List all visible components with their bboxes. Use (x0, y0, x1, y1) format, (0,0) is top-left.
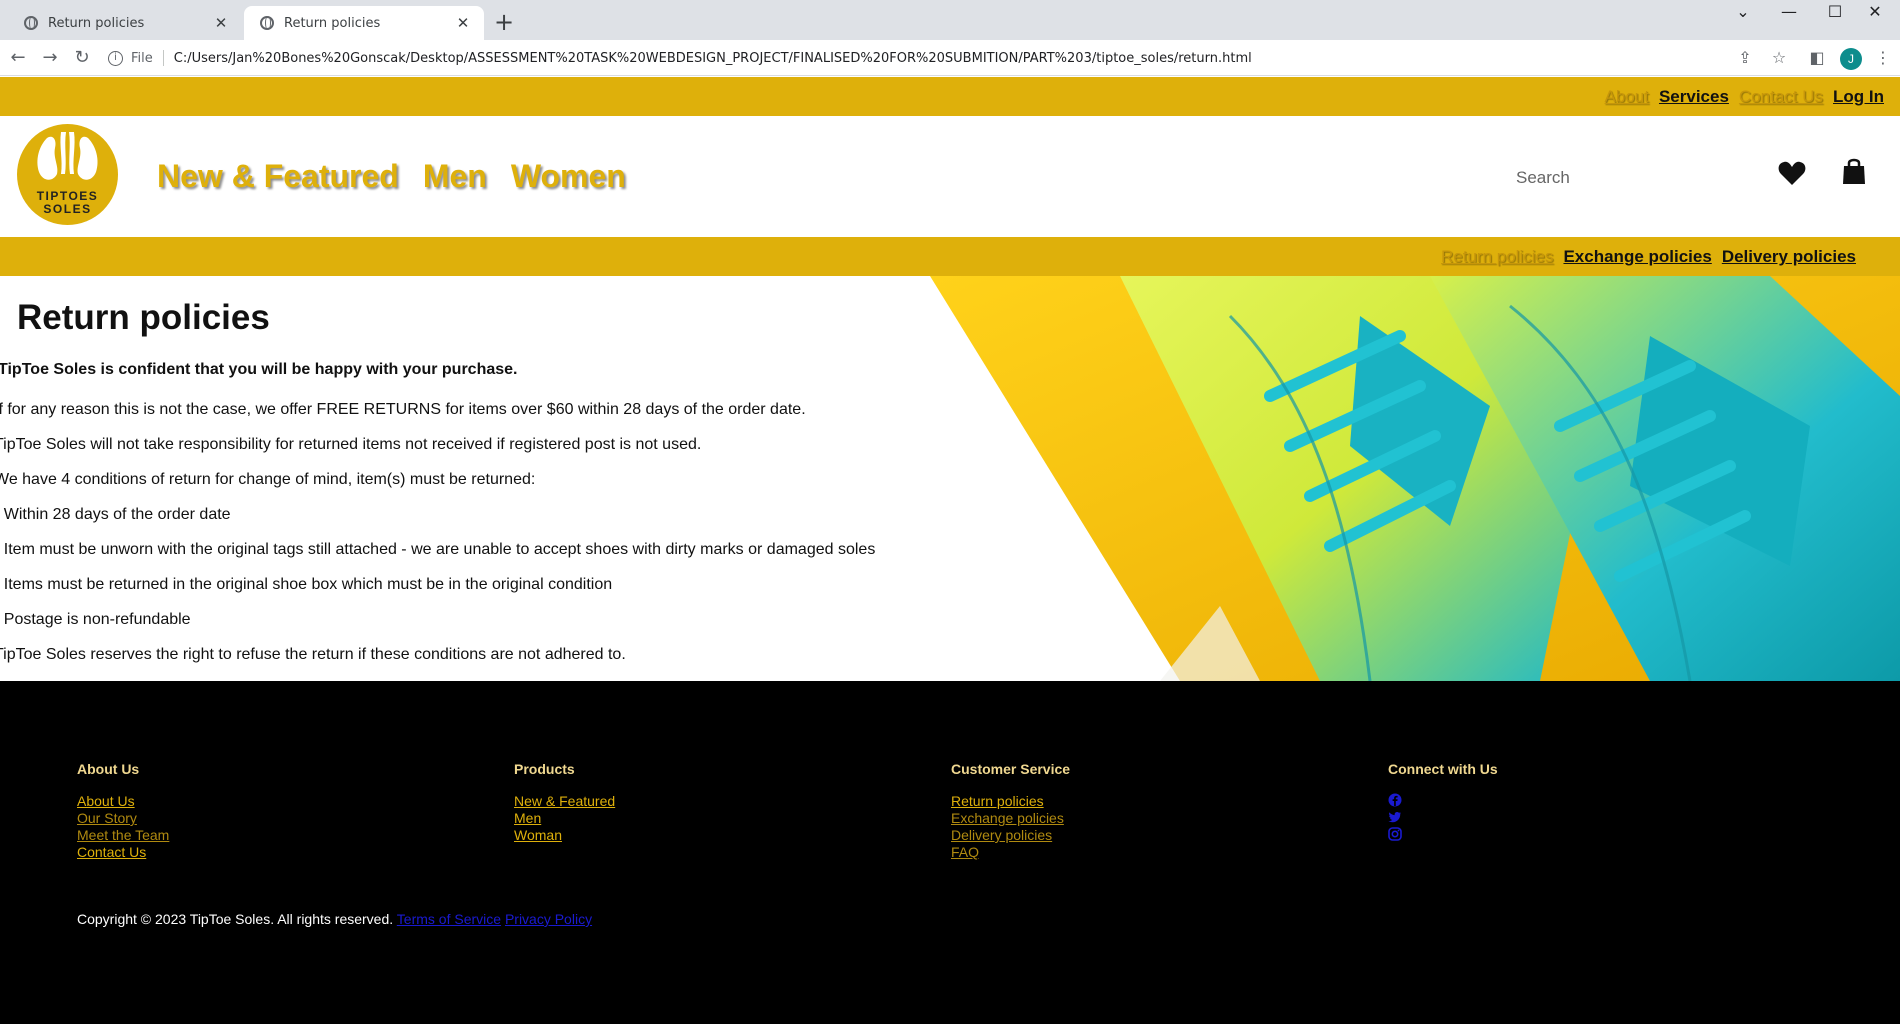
privacy-policy-link[interactable]: Privacy Policy (505, 911, 592, 927)
contact-us-link[interactable]: Contact Us (1739, 87, 1823, 107)
close-tab-button[interactable]: ✕ (454, 14, 472, 32)
footer-heading: Customer Service (951, 761, 1071, 777)
footer-link-woman[interactable]: Woman (514, 827, 615, 844)
policy-paragraph: If for any reason this is not the case, … (0, 401, 806, 418)
services-link[interactable]: Services (1659, 87, 1729, 107)
site-info-icon[interactable]: i (108, 50, 123, 66)
main-nav: New & Featured Men Women (157, 158, 626, 195)
footer-link-meet-the-team[interactable]: Meet the Team (77, 827, 169, 844)
copyright-text: Copyright © 2023 TipToe Soles. All right… (77, 911, 394, 927)
page-title: Return policies (17, 298, 270, 337)
footer-heading: Connect with Us (1388, 761, 1498, 777)
more-menu-icon[interactable]: ⋮ (1872, 48, 1894, 70)
footer-connect-column: Connect with Us (1388, 761, 1498, 844)
footer-customer-service-column: Customer Service Return policies Exchang… (951, 761, 1070, 861)
footer-link-new-featured[interactable]: New & Featured (514, 793, 615, 810)
minimize-button[interactable]: — (1766, 0, 1812, 26)
footer-heading: About Us (77, 761, 140, 777)
heart-icon[interactable] (1778, 160, 1806, 191)
footer-products-column: Products New & Featured Men Woman (514, 761, 615, 844)
bookmark-star-icon[interactable]: ☆ (1768, 48, 1790, 70)
facebook-icon[interactable] (1388, 793, 1402, 807)
browser-tab-bar: Return policies ✕ Return policies ✕ + ⌄ … (0, 0, 1900, 40)
bag-shape (1843, 158, 1865, 184)
policy-paragraph: TipToe Soles reserves the right to refus… (0, 646, 626, 663)
policy-condition: - Items must be returned in the original… (0, 576, 613, 593)
back-arrow-icon[interactable]: ← (6, 46, 30, 70)
globe-icon (260, 16, 274, 30)
profile-avatar[interactable]: J (1840, 48, 1862, 70)
footer-link-our-story[interactable]: Our Story (77, 810, 169, 827)
log-in-link[interactable]: Log In (1833, 87, 1884, 107)
tab-title: Return policies (48, 15, 145, 31)
policy-links: Return policies Exchange policies Delive… (1441, 247, 1856, 267)
search-input[interactable] (1516, 164, 1746, 192)
copyright-line: Copyright © 2023 TipToe Soles. All right… (77, 911, 592, 927)
delivery-policies-link[interactable]: Delivery policies (1722, 247, 1856, 267)
footer-heading: Products (514, 761, 575, 777)
forward-arrow-icon[interactable]: → (38, 46, 62, 70)
footer-link-men[interactable]: Men (514, 810, 615, 827)
nav-new-featured[interactable]: New & Featured (157, 158, 399, 195)
terms-of-service-link[interactable]: Terms of Service (397, 911, 501, 927)
url-scheme: File (131, 50, 153, 66)
shopping-bag-icon[interactable] (1842, 156, 1866, 191)
footer-link-return-policies[interactable]: Return policies (951, 793, 1070, 810)
policy-condition: - Postage is non-refundable (0, 611, 191, 628)
browser-tab-active[interactable]: Return policies ✕ (244, 6, 484, 40)
nav-men[interactable]: Men (423, 158, 487, 195)
site-header: TIPTOES SOLES New & Featured Men Women (0, 116, 1900, 237)
url-text[interactable]: C:/Users/Jan%20Bones%20Gonscak/Desktop/A… (174, 51, 1252, 66)
site-footer: About Us About Us Our Story Meet the Tea… (0, 681, 1900, 1024)
footer-link-faq[interactable]: FAQ (951, 844, 1070, 861)
footer-link-exchange-policies[interactable]: Exchange policies (951, 810, 1070, 827)
share-icon[interactable]: ⇪ (1734, 48, 1756, 70)
url-divider (162, 50, 164, 66)
top-utility-bar: About Services Contact Us Log In (0, 77, 1900, 116)
twitter-icon[interactable] (1388, 810, 1402, 824)
tab-title: Return policies (284, 15, 381, 31)
browser-address-bar: ← → ↻ i File C:/Users/Jan%20Bones%20Gons… (0, 40, 1900, 76)
policy-condition: - Within 28 days of the order date (0, 506, 231, 523)
return-policies-link[interactable]: Return policies (1441, 247, 1553, 267)
exchange-policies-link[interactable]: Exchange policies (1563, 247, 1711, 267)
url-field[interactable]: i File C:/Users/Jan%20Bones%20Gonscak/De… (108, 45, 1728, 71)
globe-icon (24, 16, 38, 30)
instagram-icon[interactable] (1388, 827, 1402, 841)
top-links: About Services Contact Us Log In (1605, 87, 1884, 107)
new-tab-button[interactable]: + (494, 8, 514, 36)
tiptoes-soles-logo[interactable]: TIPTOES SOLES (17, 124, 118, 225)
reload-icon[interactable]: ↻ (70, 46, 94, 70)
close-tab-button[interactable]: ✕ (212, 14, 230, 32)
policy-paragraph: TipToe Soles will not take responsibilit… (0, 436, 702, 453)
footer-link-delivery-policies[interactable]: Delivery policies (951, 827, 1070, 844)
heart-shape (1778, 161, 1806, 185)
side-panel-icon[interactable]: ◧ (1806, 48, 1828, 70)
footer-link-contact-us[interactable]: Contact Us (77, 844, 169, 861)
footer-link-about-us[interactable]: About Us (77, 793, 169, 810)
sneakers-hero-image (930, 276, 1900, 681)
policy-content: Return policies TipToe Soles is confiden… (0, 276, 1900, 681)
policy-condition: - Item must be unworn with the original … (0, 541, 876, 558)
browser-tab[interactable]: Return policies ✕ (8, 6, 242, 40)
close-window-button[interactable]: ✕ (1852, 0, 1898, 26)
logo-line-2: SOLES (43, 202, 92, 216)
footer-about-column: About Us About Us Our Story Meet the Tea… (77, 761, 169, 861)
policy-subnav-bar: Return policies Exchange policies Delive… (0, 237, 1900, 276)
nav-women[interactable]: Women (511, 158, 626, 195)
about-link[interactable]: About (1605, 87, 1649, 107)
tab-search-chevron-icon[interactable]: ⌄ (1720, 0, 1766, 26)
policy-intro: TipToe Soles is confident that you will … (0, 361, 518, 378)
policy-paragraph: We have 4 conditions of return for chang… (0, 471, 536, 488)
